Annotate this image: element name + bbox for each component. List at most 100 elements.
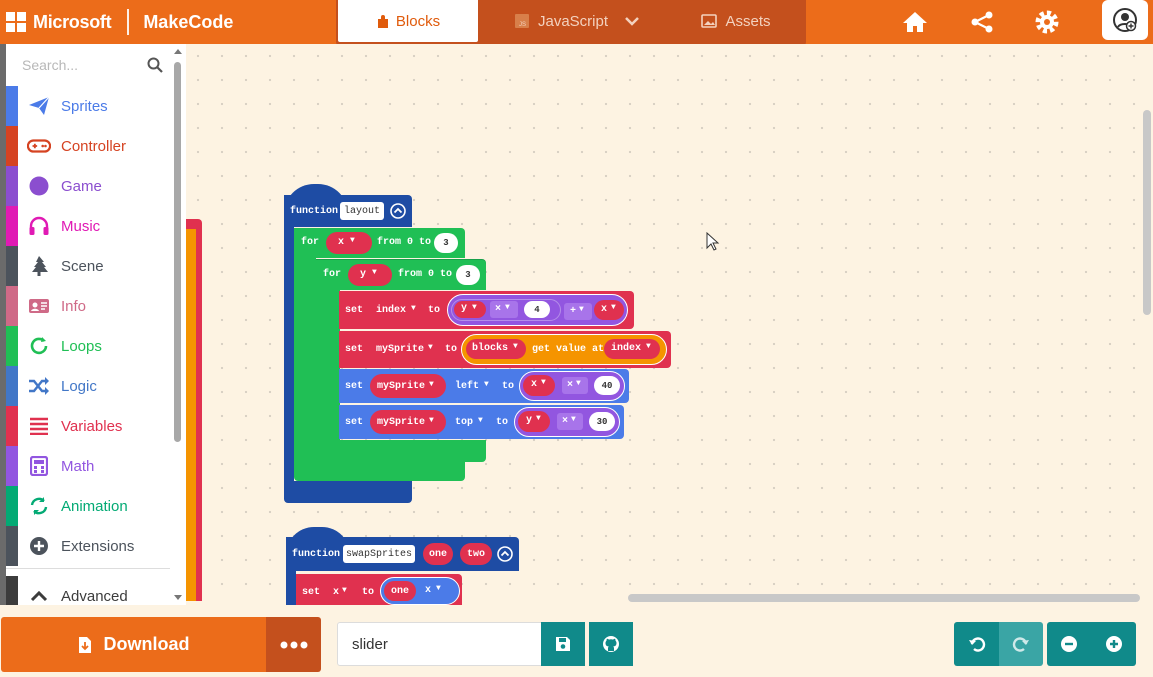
math-multiply-expression[interactable]: x ▼ × ▼ 40 [519, 371, 625, 401]
category-music[interactable]: Music [6, 206, 170, 246]
tab-blocks[interactable]: Blocks [338, 0, 478, 42]
category-advanced[interactable]: Advanced [6, 576, 170, 605]
var-mysprite-label: mySprite [377, 381, 426, 392]
set-x-block[interactable]: set x ▼ to one x ▼ [296, 574, 462, 605]
category-controller[interactable]: Controller [6, 126, 170, 166]
category-loops[interactable]: Loops [6, 326, 170, 366]
var-x-label[interactable]: x [333, 587, 339, 598]
var-y-pill[interactable]: y ▼ [518, 411, 550, 432]
var-x-pill[interactable]: x ▼ [594, 300, 624, 320]
var-x-label: x [531, 379, 538, 390]
math-multiply-expression[interactable]: y ▼ × ▼ 4 [451, 299, 561, 321]
to-value[interactable]: 3 [434, 233, 458, 253]
category-extensions[interactable]: Extensions [6, 526, 170, 566]
collapse-icon[interactable] [497, 546, 513, 562]
var-y-pill[interactable]: y ▼ [454, 301, 486, 318]
category-variables[interactable]: Variables [6, 406, 170, 446]
value-expression[interactable]: one x ▼ [380, 577, 460, 605]
var-x-pill[interactable]: x ▼ [523, 375, 555, 396]
scroll-up-icon[interactable] [173, 47, 183, 55]
math-multiply-expression[interactable]: y ▼ × ▼ 30 [514, 407, 620, 437]
brand[interactable]: Microsoft MakeCode [6, 0, 233, 44]
math-add-expression[interactable]: y ▼ × ▼ 4 + ▼ x ▼ [447, 294, 628, 326]
home-icon [903, 12, 927, 32]
category-math[interactable]: Math [6, 446, 170, 486]
category-scene[interactable]: Scene [6, 246, 170, 286]
category-animation[interactable]: Animation [6, 486, 170, 526]
tab-javascript-label: JavaScript [537, 12, 609, 30]
function-swapsprites-block[interactable]: function swapSprites one two [286, 537, 519, 571]
workspace-vertical-scrollbar[interactable] [1143, 110, 1151, 315]
for-label: for [301, 237, 320, 248]
save-button[interactable] [541, 622, 585, 666]
zoom-out-button[interactable] [1047, 622, 1091, 666]
set-sprite-left-block[interactable]: set mySprite ▼ left ▼ to x ▼ × ▼ 40 [339, 369, 629, 403]
array-get-expression[interactable]: blocks ▼ get value at index ▼ [461, 334, 667, 365]
undo-button[interactable] [954, 622, 999, 666]
for-loop-y-block[interactable]: for y ▼ from 0 to 3 [316, 260, 486, 290]
multiplier-value[interactable]: 4 [524, 301, 550, 318]
multiplier-value[interactable]: 40 [594, 376, 620, 395]
function-name-field[interactable]: layout [340, 202, 384, 220]
set-index-block[interactable]: set index ▼ to y ▼ × ▼ 4 + ▼ x ▼ [339, 291, 634, 329]
language-dropdown[interactable] [621, 0, 651, 42]
var-index-label: index [611, 343, 642, 354]
var-mysprite-pill[interactable]: mySprite ▼ [370, 374, 446, 398]
var-x-label[interactable]: x [425, 585, 431, 596]
category-info[interactable]: Info [6, 286, 170, 326]
zoom-in-button[interactable] [1091, 622, 1136, 666]
function-name-field[interactable]: swapSprites [343, 545, 415, 563]
operator-dropdown[interactable]: × ▼ [557, 413, 583, 430]
multiplier-value[interactable]: 30 [589, 412, 615, 431]
scroll-down-icon[interactable] [173, 594, 183, 602]
category-sprites[interactable]: Sprites [6, 86, 170, 126]
operator-dropdown[interactable]: × ▼ [490, 301, 518, 318]
param-one-pill[interactable]: one [384, 581, 416, 601]
function-layout-block[interactable]: function layout [284, 195, 412, 227]
download-button[interactable]: Download [1, 617, 266, 672]
puzzle-icon [377, 15, 388, 28]
var-mysprite-label[interactable]: mySprite [376, 344, 424, 355]
var-index-pill[interactable]: index ▼ [604, 339, 660, 359]
property-top-label[interactable]: top [455, 417, 473, 428]
category-logic[interactable]: Logic [6, 366, 170, 406]
github-button[interactable] [589, 622, 633, 666]
dropdown-arrow-icon: ▼ [350, 236, 355, 245]
download-more-button[interactable] [266, 617, 321, 672]
search-icon[interactable] [147, 57, 163, 73]
operator-label: × [562, 416, 569, 427]
user-menu-button[interactable] [1102, 0, 1148, 40]
set-sprite-top-block[interactable]: set mySprite ▼ top ▼ to y ▼ × ▼ 30 [339, 405, 624, 439]
var-mysprite-pill[interactable]: mySprite ▼ [370, 410, 446, 434]
operator-dropdown[interactable]: + ▼ [564, 303, 592, 320]
property-left-label[interactable]: left [455, 381, 479, 392]
param-one-pill[interactable]: one [423, 543, 453, 565]
operator-dropdown[interactable]: × ▼ [562, 377, 588, 394]
var-blocks-pill[interactable]: blocks ▼ [466, 339, 526, 359]
home-button[interactable] [900, 7, 930, 37]
tab-javascript[interactable]: JS JavaScript [496, 0, 626, 42]
category-label: Music [61, 218, 101, 235]
collapse-icon[interactable] [390, 203, 406, 219]
calculator-icon [27, 455, 51, 477]
function-keyword: function [290, 206, 339, 217]
redo-button[interactable] [999, 622, 1043, 666]
share-icon [971, 11, 993, 33]
set-mysprite-block[interactable]: set mySprite ▼ to blocks ▼ get value at … [339, 331, 671, 368]
microsoft-logo-icon [6, 12, 26, 32]
project-name-input[interactable]: slider [337, 622, 543, 666]
var-x-pill[interactable]: x ▼ [326, 232, 372, 254]
var-y-pill[interactable]: y ▼ [348, 264, 392, 286]
toolbox-scrollbar[interactable] [174, 62, 181, 442]
var-index-label[interactable]: index [376, 305, 406, 316]
toolbox-search-input[interactable]: Search... [6, 44, 170, 86]
blocks-workspace[interactable]: function layout for x ▼ from 0 to 3 do f… [186, 44, 1153, 605]
for-loop-x-block[interactable]: for x ▼ from 0 to 3 [294, 228, 465, 258]
param-two-pill[interactable]: two [460, 543, 492, 565]
settings-button[interactable] [1032, 7, 1062, 37]
workspace-horizontal-scrollbar[interactable] [628, 594, 1140, 602]
tab-assets[interactable]: Assets [686, 0, 786, 42]
to-value[interactable]: 3 [456, 265, 480, 285]
category-game[interactable]: Game [6, 166, 170, 206]
share-button[interactable] [967, 7, 997, 37]
